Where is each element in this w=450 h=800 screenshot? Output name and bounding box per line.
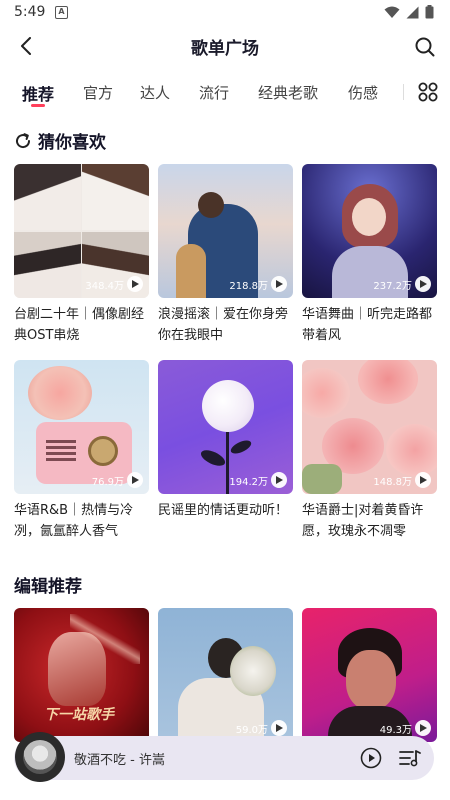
play-count: 348.4万: [85, 276, 143, 292]
section-title: 猜你喜欢: [38, 133, 106, 153]
section-editor-header: 编辑推荐: [14, 572, 82, 597]
play-button[interactable]: [271, 276, 287, 292]
play-count: 49.3万: [380, 720, 431, 736]
header: 歌单广场: [0, 26, 450, 66]
playlist-card[interactable]: 218.8万 浪漫摇滚｜爱在你身旁你在我眼中: [158, 164, 293, 346]
play-count-value: 49.3万: [379, 724, 412, 736]
play-icon: [131, 476, 139, 484]
playlist-icon: [399, 750, 421, 767]
album-art: [23, 740, 57, 774]
playlist-cover: 348.4万: [14, 164, 149, 298]
tab-sad[interactable]: 伤感: [348, 82, 378, 103]
playlist-title: 华语R&B｜热情与冷冽，氤氲醉人香气: [14, 503, 134, 539]
category-tabs: 推荐 官方 达人 流行 经典老歌 伤感: [0, 78, 450, 110]
playlist-title: 民谣里的情话更动听！: [158, 503, 289, 518]
search-icon: [415, 37, 435, 57]
now-playing-title: 敬酒不吃 - 许嵩: [74, 753, 165, 768]
playlist-card[interactable]: 194.2万 民谣里的情话更动听！: [158, 360, 293, 542]
play-count: 148.8万: [373, 472, 431, 488]
tab-pop[interactable]: 流行: [199, 82, 229, 103]
cover-art-text: 下一站歌手: [44, 707, 114, 723]
play-icon: [275, 476, 283, 484]
playlist-card[interactable]: 237.2万 华语舞曲｜听完走路都带着风: [302, 164, 437, 346]
play-button[interactable]: [127, 276, 143, 292]
play-icon: [131, 280, 139, 288]
play-count-value: 348.4万: [85, 280, 124, 292]
play-count: 76.9万: [92, 472, 143, 488]
battery-icon: [425, 5, 434, 19]
section-guess-header[interactable]: 猜你喜欢: [14, 128, 106, 153]
tab-classic[interactable]: 经典老歌: [258, 82, 318, 103]
play-button[interactable]: [415, 720, 431, 736]
playlist-cover: 148.8万: [302, 360, 437, 494]
play-count: 218.8万: [229, 276, 287, 292]
playlist-card[interactable]: 76.9万 华语R&B｜热情与冷冽，氤氲醉人香气: [14, 360, 149, 542]
play-icon: [419, 280, 427, 288]
playlist-card[interactable]: 348.4万 台剧二十年｜偶像剧经典OST串烧: [14, 164, 149, 346]
play-count: 194.2万: [229, 472, 287, 488]
page-title: 歌单广场: [191, 39, 259, 59]
play-count-value: 237.2万: [373, 280, 412, 292]
tab-divider: [403, 84, 404, 100]
status-bar: 5:49 A: [0, 0, 450, 26]
playlist-title: 华语舞曲｜听完走路都带着风: [302, 307, 433, 343]
status-time: 5:49: [14, 4, 46, 20]
notification-icon: A: [55, 6, 68, 19]
playlist-cover: 49.3万: [302, 608, 437, 742]
tab-fade: [396, 80, 420, 106]
playlist-button[interactable]: [399, 748, 421, 768]
tab-expert[interactable]: 达人: [140, 82, 170, 103]
playlist-cover: 194.2万: [158, 360, 293, 494]
status-icons: [384, 5, 434, 19]
refresh-icon: [16, 132, 31, 148]
wifi-icon: [384, 6, 400, 18]
play-count-value: 148.8万: [373, 476, 412, 488]
play-count-value: 76.9万: [91, 476, 124, 488]
playlist-cover: 218.8万: [158, 164, 293, 298]
playlist-cover: 59.0万: [158, 608, 293, 742]
play-button[interactable]: [415, 472, 431, 488]
play-button[interactable]: [271, 720, 287, 736]
play-icon: [419, 724, 427, 732]
playlist-title: 台剧二十年｜偶像剧经典OST串烧: [14, 307, 145, 343]
playlist-card[interactable]: 下一站歌手: [14, 608, 149, 742]
play-count-value: 59.0万: [235, 724, 268, 736]
playlist-title: 华语爵士|对着黄昏许愿，玫瑰永不凋零: [302, 503, 424, 539]
tab-active-indicator: [31, 104, 45, 107]
play-count-value: 218.8万: [229, 280, 268, 292]
signal-icon: [406, 6, 419, 18]
album-disc[interactable]: [15, 732, 65, 782]
play-button[interactable]: [271, 472, 287, 488]
mini-player[interactable]: 敬酒不吃 - 许嵩: [14, 732, 434, 782]
play-icon: [275, 724, 283, 732]
tab-official[interactable]: 官方: [83, 82, 113, 103]
play-icon: [419, 476, 427, 484]
playlist-card[interactable]: 59.0万: [158, 608, 293, 742]
section-title: 编辑推荐: [14, 577, 82, 597]
playlist-title: 浪漫摇滚｜爱在你身旁你在我眼中: [158, 307, 289, 343]
playlist-card[interactable]: 148.8万 华语爵士|对着黄昏许愿，玫瑰永不凋零: [302, 360, 437, 542]
search-button[interactable]: [410, 32, 440, 62]
mini-play-button[interactable]: [360, 747, 382, 769]
play-button[interactable]: [415, 276, 431, 292]
play-count: 59.0万: [236, 720, 287, 736]
play-icon: [360, 747, 382, 769]
play-icon: [275, 280, 283, 288]
play-count: 237.2万: [373, 276, 431, 292]
playlist-cover: 76.9万: [14, 360, 149, 494]
playlist-cover: 237.2万: [302, 164, 437, 298]
playlist-card[interactable]: 49.3万: [302, 608, 437, 742]
play-count-value: 194.2万: [229, 476, 268, 488]
all-categories-button[interactable]: [418, 82, 438, 102]
grid-icon: [418, 82, 438, 102]
tab-recommend[interactable]: 推荐: [22, 81, 54, 105]
play-button[interactable]: [127, 472, 143, 488]
playlist-cover: 下一站歌手: [14, 608, 149, 742]
